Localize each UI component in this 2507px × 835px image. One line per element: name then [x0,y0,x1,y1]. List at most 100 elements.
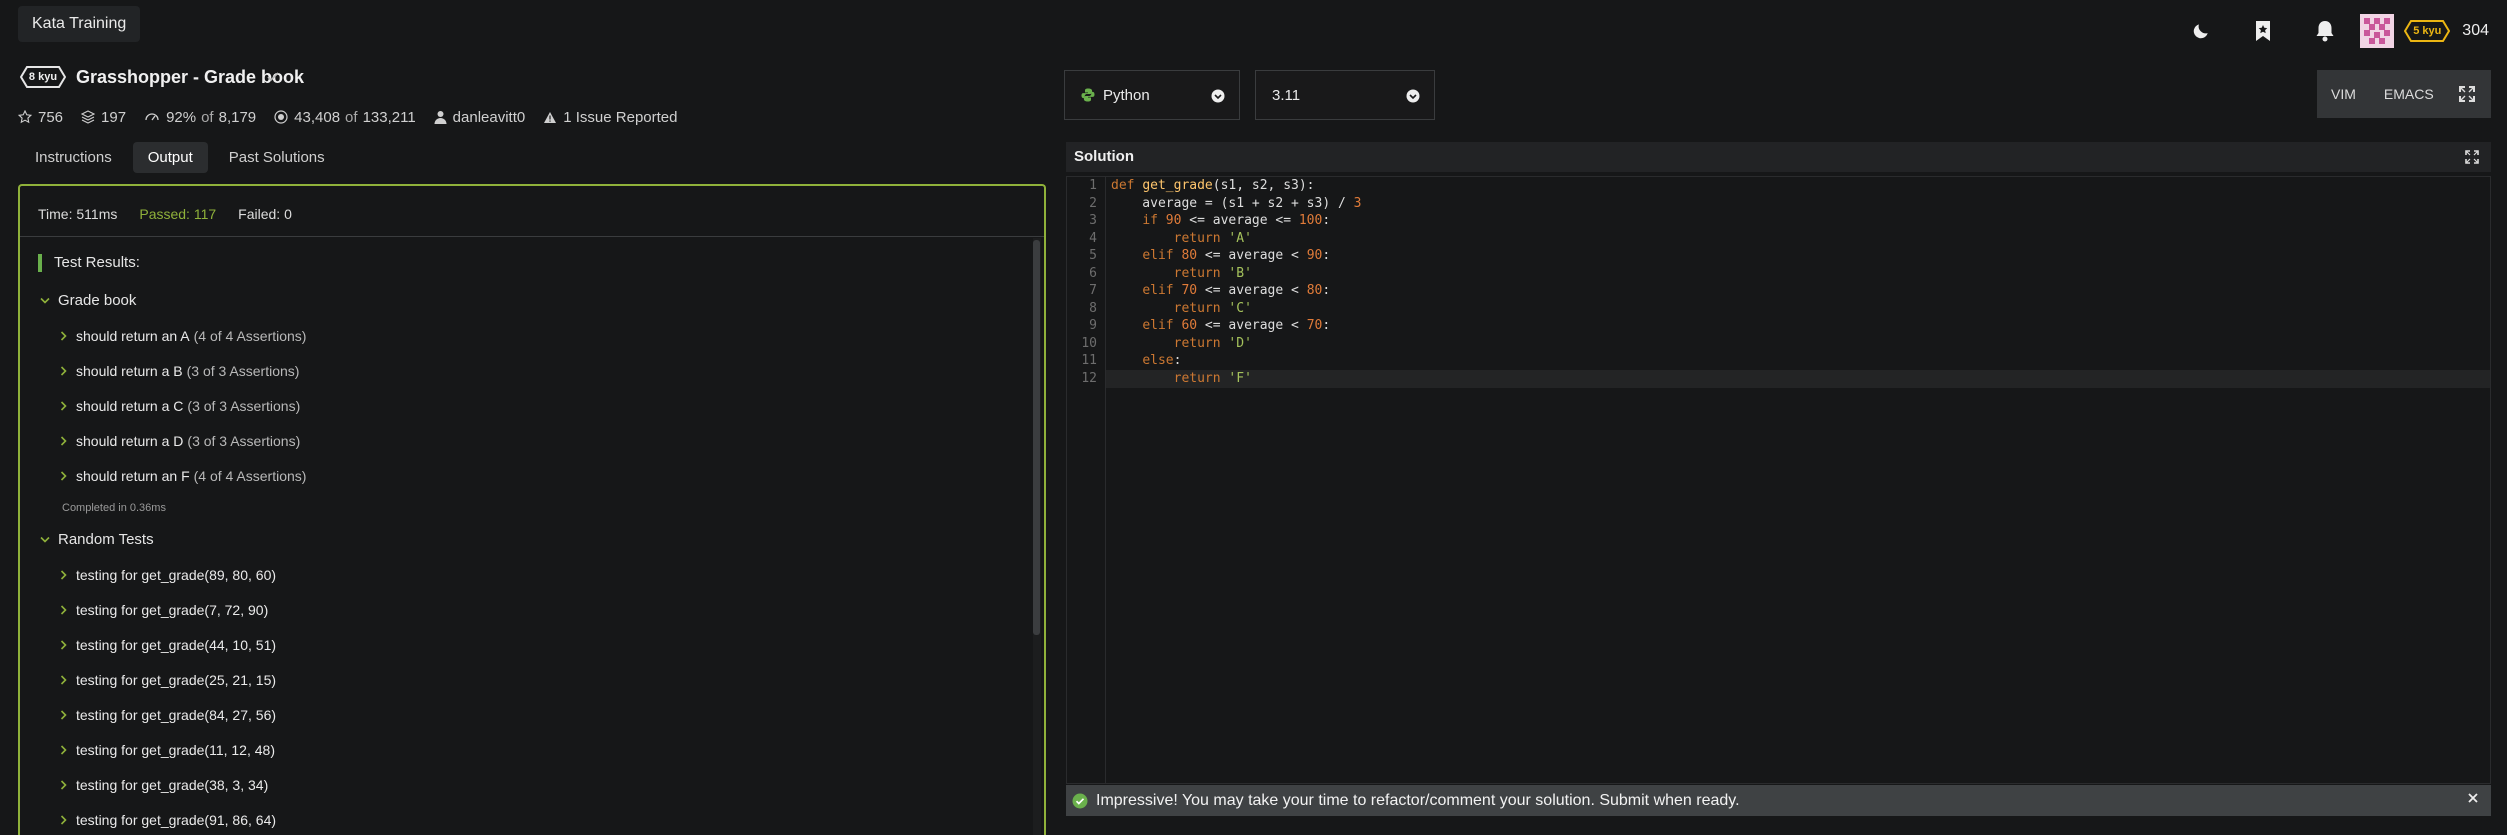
chevron-right-icon [60,780,67,790]
code-line: return 'A' [1111,231,1252,246]
dark-mode-toggle[interactable] [2170,10,2232,52]
group-random-tests[interactable]: Random Tests [40,531,154,548]
warning-icon [544,111,557,123]
code-text: <= average <= [1181,213,1299,228]
test-row[interactable]: testing for get_grade(89, 80, 60) [60,567,276,583]
test-name: testing for get_grade(84, 27, 56) [76,707,277,723]
line-number: 5 [1089,248,1097,263]
language-select[interactable]: Python [1064,70,1240,120]
expand-icon[interactable] [2465,150,2479,164]
line-number: 3 [1089,213,1097,228]
issues-stat[interactable]: 1 Issue Reported [543,109,677,126]
close-icon[interactable] [2467,792,2479,804]
test-row[interactable]: should return an A (4 of 4 Assertions) [60,328,306,344]
completed-count: 43,408 [294,108,341,126]
collections-stat[interactable]: 197 [81,109,126,126]
code-editor[interactable]: 1 2 3 4 5 6 7 8 9 10 11 12 def get_grade… [1066,176,2491,784]
bell-icon [2316,21,2334,42]
chevron-down-icon [1211,89,1225,103]
test-row[interactable]: testing for get_grade(11, 12, 48) [60,742,275,758]
language-value: Python [1103,86,1150,104]
bookmark-icon [2256,21,2271,41]
avatar[interactable] [2360,14,2395,48]
kata-training-button[interactable]: Kata Training [18,6,141,42]
stars-stat[interactable]: 756 [18,109,63,126]
bookmark-button[interactable] [2232,10,2294,52]
code-number: 90 [1165,213,1182,228]
version-select[interactable]: 3.11 [1255,70,1435,120]
chevron-right-icon [60,815,67,825]
code-keyword: return [1173,335,1221,351]
tab-output[interactable]: Output [132,142,208,173]
code-line: return 'D' [1111,336,1252,351]
line-number: 10 [1081,335,1097,351]
code-number: 3 [1353,195,1362,211]
python-icon [1081,88,1095,102]
group-grade-book[interactable]: Grade book [40,292,136,309]
code-text: : [1173,353,1182,368]
code-line: elif 80 <= average < 90: [1111,248,1330,263]
test-summary: Time: 511ms Passed: 117 Failed: 0 [38,206,314,222]
scrollbar-thumb[interactable] [1033,240,1040,635]
test-row[interactable]: testing for get_grade(84, 27, 56) [60,707,276,723]
solution-header: Solution [1066,142,2491,172]
author-name: danleavitt0 [452,108,526,126]
honor-count: 304 [2462,22,2489,39]
test-row[interactable]: testing for get_grade(38, 3, 34) [60,777,268,793]
line-number: 4 [1089,230,1097,246]
notifications-button[interactable] [2294,10,2356,52]
code-string: 'B' [1228,265,1252,281]
assertion-count: (3 of 3 Assertions) [187,433,301,449]
chevron-right-icon [60,471,67,481]
tab-instructions[interactable]: Instructions [20,142,127,173]
test-row[interactable]: testing for get_grade(7, 72, 90) [60,602,268,618]
test-row[interactable]: should return a D (3 of 3 Assertions) [60,433,300,449]
emacs-button[interactable]: EMACS [2369,70,2448,118]
kata-stats: 756 197 92% of 8,179 43,408 of 133,211 d… [18,106,695,128]
code-text: <= average < [1197,318,1307,333]
code-number: 80 [1181,248,1198,263]
tab-past-solutions[interactable]: Past Solutions [214,142,340,173]
code-string: 'C' [1228,300,1252,316]
test-name: testing for get_grade(89, 80, 60) [76,567,277,583]
test-row[interactable]: testing for get_grade(91, 86, 64) [60,812,276,828]
code-number: 70 [1181,283,1198,298]
assertion-count: (4 of 4 Assertions) [193,328,307,344]
vim-button[interactable]: VIM [2317,70,2370,118]
line-number: 9 [1089,318,1097,333]
code-keyword: elif [1142,283,1174,298]
code-keyword: elif [1142,318,1174,333]
keybinding-modes: VIM EMACS [2317,70,2448,118]
chevron-right-icon [60,710,67,720]
test-name: testing for get_grade(91, 86, 64) [76,812,277,828]
assertion-count: (4 of 4 Assertions) [193,468,307,484]
test-row[interactable]: should return a B (3 of 3 Assertions) [60,363,299,379]
author-stat[interactable]: danleavitt0 [434,108,526,126]
kyu-badge: 8 kyu [20,66,66,88]
test-name: testing for get_grade(38, 3, 34) [76,777,269,793]
group-title: Random Tests [58,531,154,548]
code-number: 70 [1306,318,1323,333]
chevron-down-icon [40,297,50,304]
completed-time: Completed in 0.36ms [62,502,166,514]
code-line: if 90 <= average <= 100: [1111,213,1330,228]
test-name: should return an F [76,468,190,484]
test-row[interactable]: should return a C (3 of 3 Assertions) [60,398,300,414]
code-keyword: return [1173,230,1221,246]
code-text: average = (s1 + s2 + s3) / [1111,195,1354,211]
passed-count: Passed: 117 [139,206,217,222]
check-icon [267,72,279,82]
test-row[interactable]: should return an F (4 of 4 Assertions) [60,468,306,484]
code-number: 60 [1181,318,1198,333]
code-string: 'D' [1228,335,1252,351]
active-line-highlight [1106,370,2490,388]
code-line: elif 60 <= average < 70: [1111,318,1330,333]
test-row[interactable]: testing for get_grade(25, 21, 15) [60,672,276,688]
fullscreen-button[interactable] [2443,70,2491,118]
chevron-right-icon [60,436,67,446]
rank-badge[interactable]: 5 kyu [2404,20,2451,42]
chevron-right-icon [60,331,67,341]
test-row[interactable]: testing for get_grade(44, 10, 51) [60,637,276,653]
test-results-heading: Test Results: [38,254,140,272]
code-line: def get_grade(s1, s2, s3): [1111,178,1315,193]
